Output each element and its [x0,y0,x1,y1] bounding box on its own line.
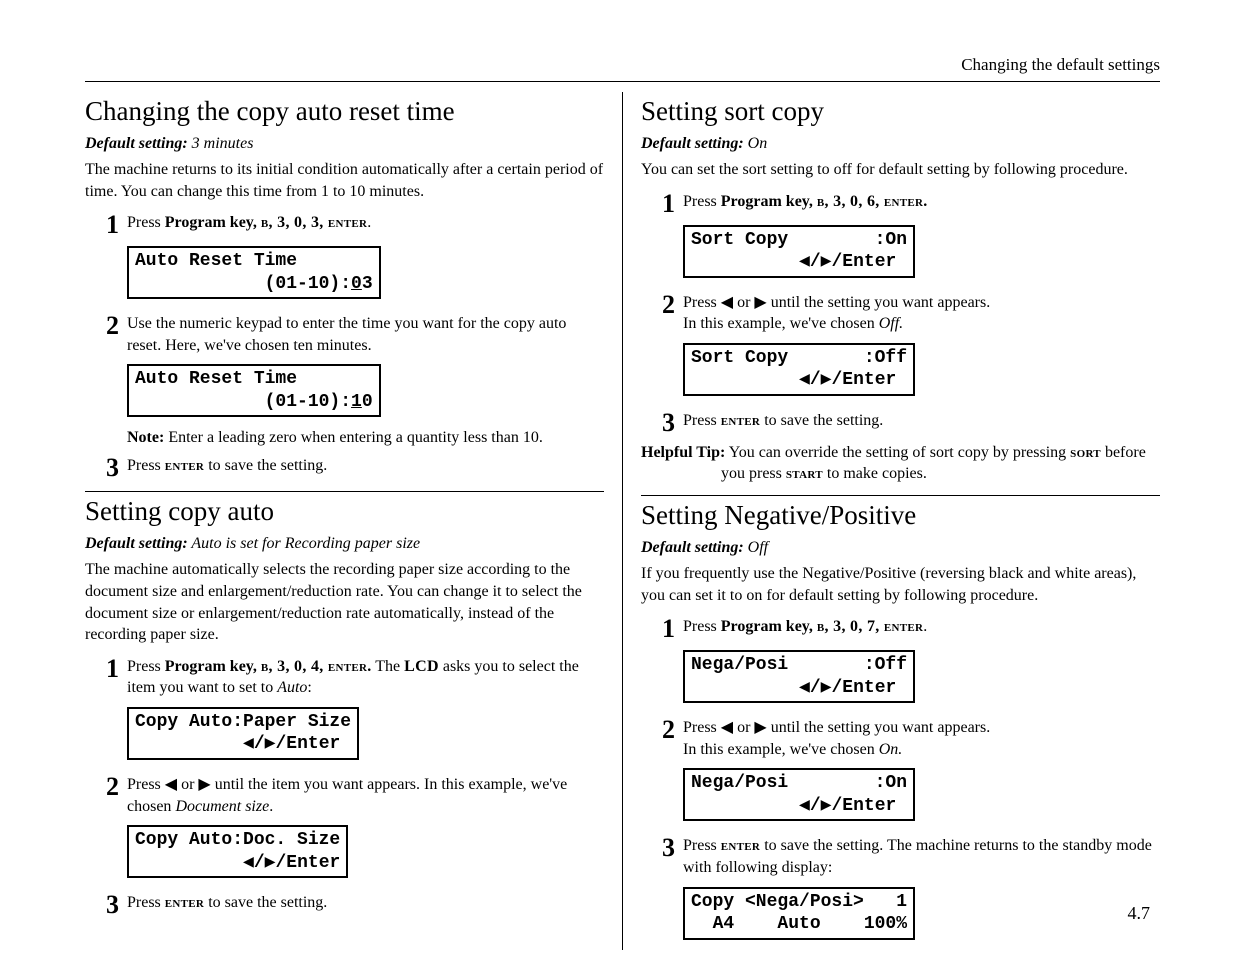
section-title-auto-reset: Changing the copy auto reset time [85,96,604,127]
intro-text: The machine returns to its initial condi… [85,159,604,202]
right-column: Setting sort copy Default setting: On Yo… [622,92,1160,950]
step-text: Press enter to save the setting. [683,410,1160,436]
step-number: 3 [641,835,683,878]
step-1: 1 Press Program key, b, 3, 0, 7, enter. [641,616,1160,642]
step-1: 1 Press Program key, b, 3, 0, 6, enter. [641,191,1160,217]
step-2: 2 Use the numeric keypad to enter the ti… [85,313,604,356]
helpful-tip: Helpful Tip: You can override the settin… [641,442,1160,485]
step-2: 2 Press ◀ or ▶ until the setting you wan… [641,717,1160,760]
intro-text: You can set the sort setting to off for … [641,159,1160,181]
step-number: 1 [85,212,127,238]
section-title-nega-posi: Setting Negative/Positive [641,500,1160,531]
lcd-display: Copy <Nega/Posi> 1 A4 Auto 100% [683,887,915,940]
lcd-display: Copy Auto:Doc. Size ◀/▶/Enter [127,825,348,878]
default-setting-line: Default setting: Auto is set for Recordi… [85,535,604,553]
default-setting-line: Default setting: On [641,135,1160,153]
step-number: 2 [641,292,683,335]
step-number: 3 [641,410,683,436]
lcd-display: Auto Reset Time (01-10):03 [127,246,381,299]
step-text: Press ◀ or ▶ until the setting you want … [683,292,1160,335]
step-text: Press ◀ or ▶ until the item you want app… [127,774,604,817]
page-number: 4.7 [1128,903,1151,924]
step-text: Press enter to save the setting. [127,455,604,481]
step-number: 1 [641,616,683,642]
lcd-display: Sort Copy :Off ◀/▶/Enter [683,343,915,396]
header-rule [85,81,1160,82]
step-3: 3 Press enter to save the setting. [85,892,604,918]
lcd-display: Auto Reset Time (01-10):10 [127,364,381,417]
section-title-copy-auto: Setting copy auto [85,496,604,527]
page: Changing the default settings Changing t… [0,0,1235,950]
default-value: 3 minutes [188,135,254,152]
step-1: 1 Press Program key, b, 3, 0, 3, enter. [85,212,604,238]
step-text: Press Program key, b, 3, 0, 6, enter. [683,191,1160,217]
running-header: Changing the default settings [85,55,1160,75]
lcd-display: Nega/Posi :Off ◀/▶/Enter [683,650,915,703]
step-3: 3 Press enter to save the setting. [85,455,604,481]
step-number: 3 [85,455,127,481]
two-column-layout: Changing the copy auto reset time Defaul… [85,92,1160,950]
step-number: 2 [85,313,127,356]
default-setting-line: Default setting: Off [641,539,1160,557]
intro-text: If you frequently use the Negative/Posit… [641,563,1160,606]
step-text: Press ◀ or ▶ until the setting you want … [683,717,1160,760]
lcd-display: Sort Copy :On ◀/▶/Enter [683,225,915,278]
step-3: 3 Press enter to save the setting. [641,410,1160,436]
section-rule [641,495,1160,496]
step-number: 3 [85,892,127,918]
note: Note: Enter a leading zero when entering… [127,429,604,447]
lcd-display: Copy Auto:Paper Size ◀/▶/Enter [127,707,359,760]
step-number: 2 [85,774,127,817]
step-2: 2 Press ◀ or ▶ until the setting you wan… [641,292,1160,335]
left-column: Changing the copy auto reset time Defaul… [85,92,622,950]
step-3: 3 Press enter to save the setting. The m… [641,835,1160,878]
default-setting-line: Default setting: 3 minutes [85,135,604,153]
intro-text: The machine automatically selects the re… [85,559,604,645]
step-2: 2 Press ◀ or ▶ until the item you want a… [85,774,604,817]
step-text: Press Program key, b, 3, 0, 3, enter. [127,212,604,238]
step-number: 2 [641,717,683,760]
step-1: 1 Press Program key, b, 3, 0, 4, enter. … [85,656,604,699]
section-title-sort-copy: Setting sort copy [641,96,1160,127]
step-text: Press enter to save the setting. The mac… [683,835,1160,878]
step-number: 1 [641,191,683,217]
section-rule [85,491,604,492]
step-text: Press Program key, b, 3, 0, 4, enter. Th… [127,656,604,699]
step-text: Press enter to save the setting. [127,892,604,918]
step-text: Press Program key, b, 3, 0, 7, enter. [683,616,1160,642]
step-number: 1 [85,656,127,699]
default-label: Default setting: [85,135,188,152]
step-text: Use the numeric keypad to enter the time… [127,313,604,356]
lcd-display: Nega/Posi :On ◀/▶/Enter [683,768,915,821]
